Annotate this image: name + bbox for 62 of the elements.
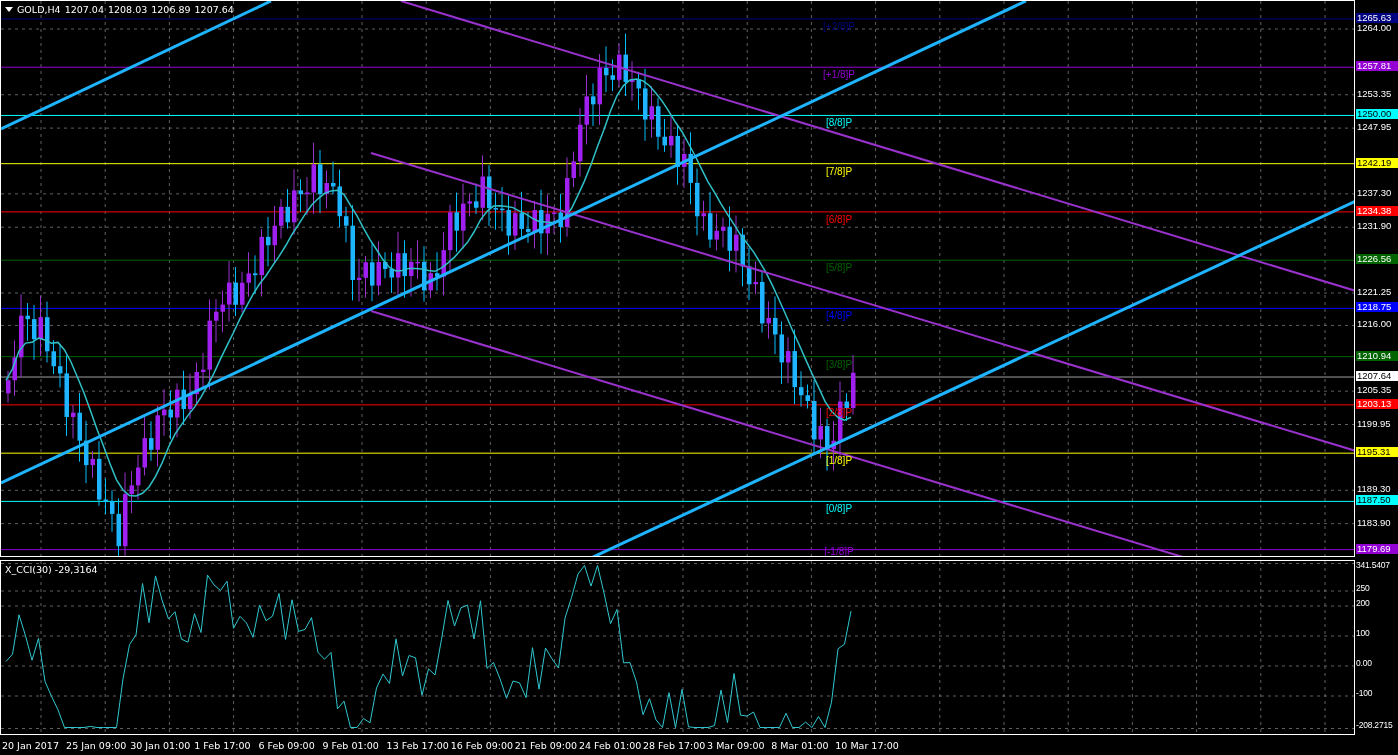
ohlc-value: 1208.03 bbox=[107, 4, 148, 15]
cci-tick: 200 bbox=[1356, 598, 1370, 608]
price-tag: 1226.56 bbox=[1356, 254, 1398, 265]
level-label: [0/8]P bbox=[825, 503, 853, 515]
time-tick: 28 Feb 17:00 bbox=[643, 740, 706, 751]
price-tick: 1253.35 bbox=[1357, 88, 1392, 99]
indicator-label: X_CCI(30) -29,3164 bbox=[5, 564, 98, 575]
level-label: [+1/8]P bbox=[823, 69, 855, 81]
current-price-tag: 1207.64 bbox=[1356, 371, 1398, 381]
price-tag: 1187.50 bbox=[1356, 495, 1398, 506]
time-tick: 30 Jan 01:00 bbox=[130, 740, 191, 751]
time-tick: 16 Feb 09:00 bbox=[450, 740, 513, 751]
symbol-label: GOLD,H4 bbox=[17, 4, 61, 15]
dropdown-icon[interactable] bbox=[5, 7, 13, 12]
time-tick: 8 Mar 01:00 bbox=[771, 740, 829, 751]
price-tag: 1257.81 bbox=[1356, 61, 1398, 72]
price-tag: 1210.94 bbox=[1356, 350, 1398, 361]
price-tick: 1189.30 bbox=[1357, 484, 1391, 495]
cci-tick: -100 bbox=[1356, 688, 1373, 698]
time-tick: 13 Feb 17:00 bbox=[386, 740, 449, 751]
time-tick: 1 Feb 17:00 bbox=[194, 740, 251, 751]
ohlc-value: 1207.64 bbox=[194, 4, 234, 15]
price-tag: 1250.00 bbox=[1356, 109, 1398, 120]
time-tick: 24 Feb 01:00 bbox=[578, 740, 642, 751]
price-tag: 1234.38 bbox=[1356, 205, 1398, 216]
level-label: [6/8]P bbox=[825, 213, 853, 225]
price-tick: 1247.95 bbox=[1357, 122, 1392, 133]
price-tick: 1199.95 bbox=[1357, 418, 1391, 429]
cci-tick: 250 bbox=[1356, 583, 1370, 593]
price-tick: 1221.25 bbox=[1357, 286, 1392, 297]
price-tag: 1218.75 bbox=[1356, 302, 1398, 313]
ohlc-value: 1207.04 bbox=[64, 4, 104, 15]
price-tick: 1216.00 bbox=[1357, 319, 1392, 330]
level-label: [+2/8]P bbox=[823, 20, 855, 32]
price-tag: 1179.69 bbox=[1356, 543, 1398, 554]
price-tick: 1231.90 bbox=[1357, 221, 1392, 232]
price-tag: 1242.19 bbox=[1356, 157, 1398, 168]
time-tick: 20 Jan 2017 bbox=[2, 740, 59, 751]
price-tick: 1237.30 bbox=[1357, 187, 1392, 198]
time-tick: 25 Jan 09:00 bbox=[66, 740, 127, 751]
ohlc-value: 1206.89 bbox=[151, 4, 191, 15]
cci-tick: 341.5407 bbox=[1356, 560, 1390, 570]
price-tick: 1205.35 bbox=[1357, 385, 1392, 396]
level-label: [3/8]P bbox=[825, 358, 853, 370]
time-tick: 21 Feb 09:00 bbox=[514, 740, 578, 751]
price-tag: 1265.63 bbox=[1356, 12, 1398, 23]
time-tick: 6 Feb 09:00 bbox=[258, 740, 315, 751]
time-tick: 9 Feb 01:00 bbox=[322, 740, 379, 751]
price-tag: 1203.13 bbox=[1356, 398, 1398, 409]
price-tick: 1183.90 bbox=[1357, 517, 1391, 528]
price-tag: 1195.31 bbox=[1356, 447, 1398, 458]
price-tick: 1264.00 bbox=[1357, 23, 1392, 33]
level-label: [5/8]P bbox=[825, 262, 853, 274]
level-label: [8/8]P bbox=[825, 117, 853, 129]
level-label: [7/8]P bbox=[825, 165, 853, 177]
cci-tick: 0.00 bbox=[1356, 658, 1372, 668]
level-label: [4/8]P bbox=[825, 310, 853, 322]
cci-tick: -208.2715 bbox=[1356, 720, 1393, 731]
cci-tick: 100 bbox=[1356, 628, 1370, 638]
time-tick: 3 Mar 09:00 bbox=[707, 740, 765, 751]
candle bbox=[851, 354, 856, 415]
time-tick: 10 Mar 17:00 bbox=[835, 740, 899, 751]
